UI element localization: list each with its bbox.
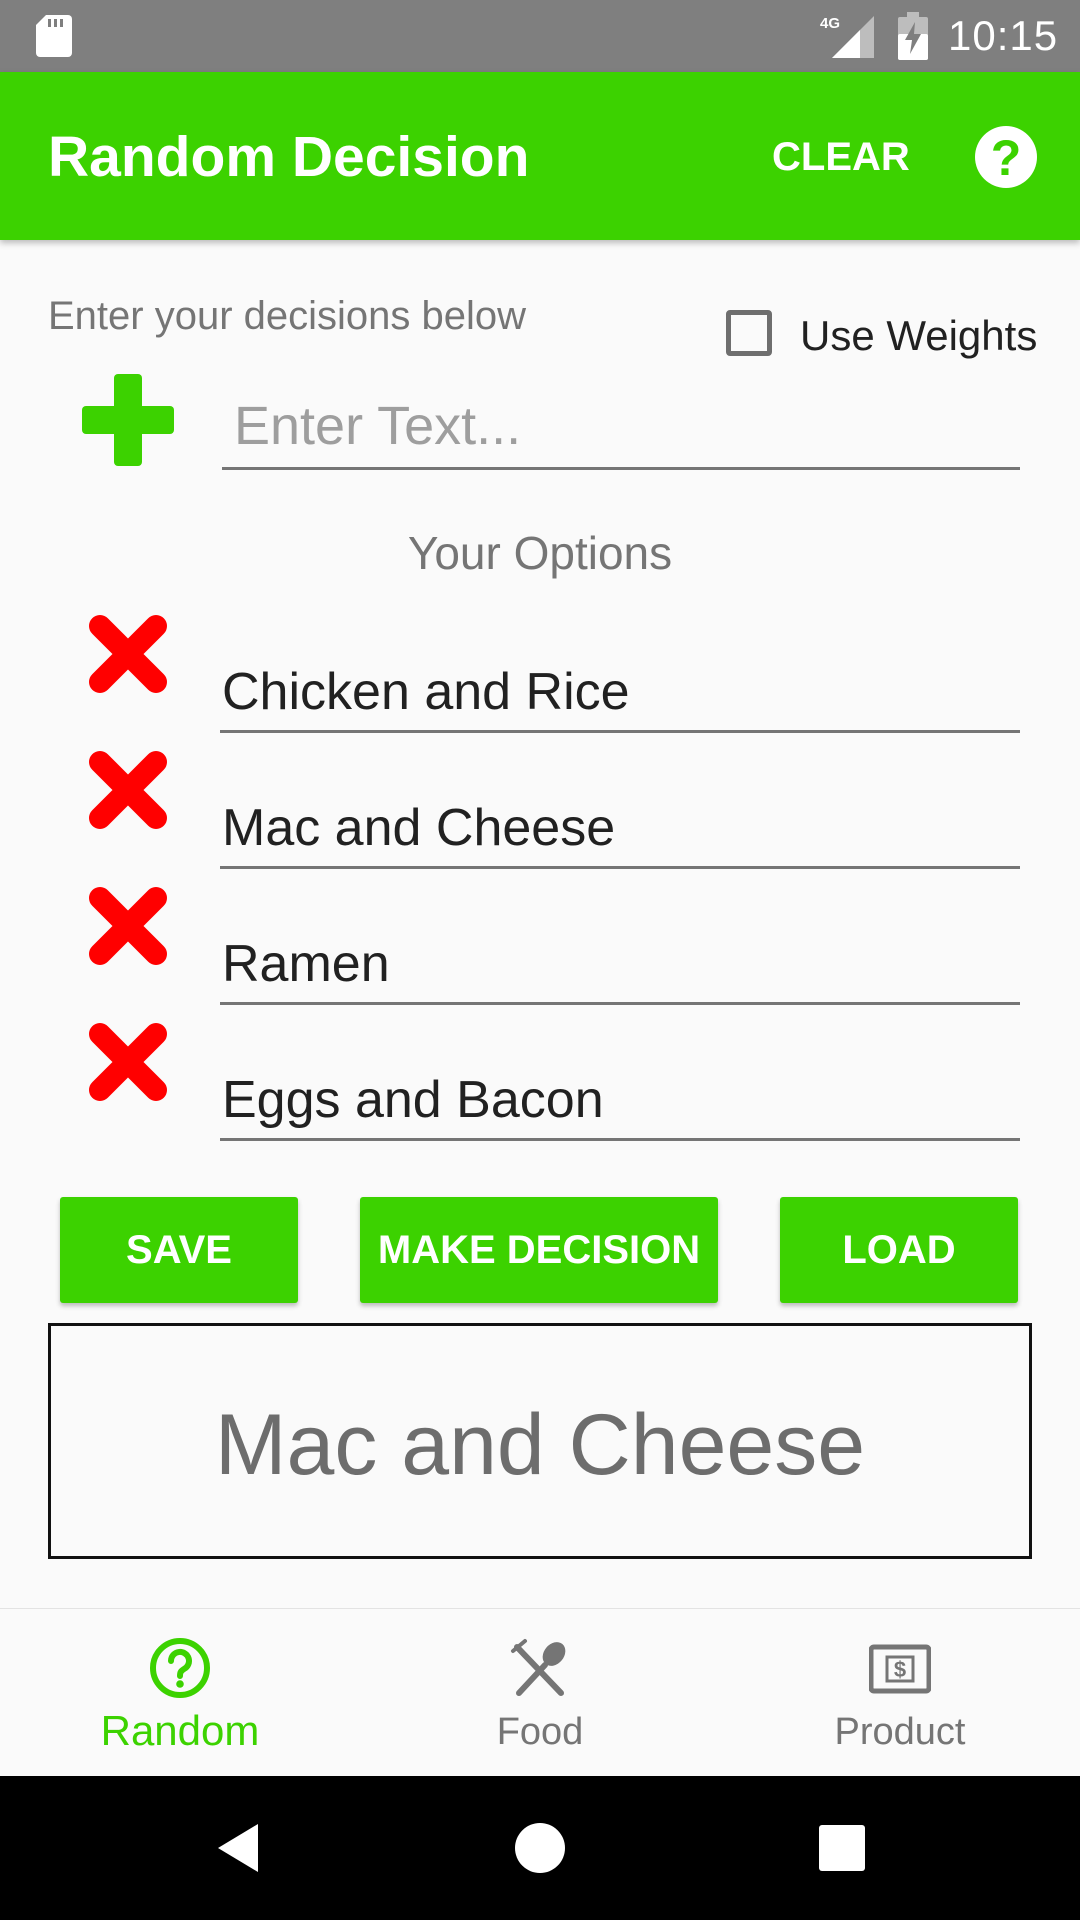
dollar-bill-icon: $ [869, 1644, 931, 1694]
make-decision-button[interactable]: MAKE DECISION [360, 1197, 718, 1303]
option-text: Eggs and Bacon [222, 1071, 604, 1129]
option-field[interactable]: Eggs and Bacon [220, 1060, 1020, 1141]
option-row: Eggs and Bacon [0, 1020, 1080, 1156]
bottom-nav: Random Food $ Product [0, 1608, 1080, 1777]
remove-icon[interactable] [86, 612, 170, 696]
help-icon[interactable]: ? [975, 126, 1037, 188]
option-text-input[interactable] [222, 384, 1020, 470]
utensils-icon [511, 1639, 566, 1696]
clear-button[interactable]: CLEAR [758, 132, 924, 182]
svg-text:$: $ [894, 1657, 906, 1682]
result-text: Mac and Cheese [214, 1397, 866, 1493]
option-field[interactable]: Mac and Cheese [220, 788, 1020, 869]
home-icon[interactable] [512, 1820, 568, 1876]
save-button[interactable]: SAVE [60, 1197, 298, 1303]
option-row: Mac and Cheese [0, 748, 1080, 884]
option-text: Mac and Cheese [222, 799, 616, 857]
option-field[interactable]: Chicken and Rice [220, 652, 1020, 733]
remove-icon[interactable] [86, 1020, 170, 1104]
nav-label-food: Food [496, 1711, 584, 1753]
option-text: Chicken and Rice [222, 663, 630, 721]
remove-icon[interactable] [86, 748, 170, 832]
network-type: 4G [820, 15, 840, 32]
result-box: Mac and Cheese [48, 1323, 1032, 1559]
option-row: Ramen [0, 884, 1080, 1020]
nav-item-product[interactable]: $ Product [720, 1609, 1080, 1777]
nav-item-random[interactable]: Random [0, 1609, 360, 1777]
nav-item-food[interactable]: Food [360, 1609, 720, 1777]
screen: 4G 10:15 Random Decision CLEAR ? Enter y… [0, 0, 1080, 1920]
option-text: Ramen [222, 935, 390, 993]
add-icon[interactable] [82, 374, 174, 466]
option-row: Chicken and Rice [0, 612, 1080, 748]
instruction-text: Enter your decisions below [48, 294, 527, 338]
clock: 10:15 [948, 12, 1059, 59]
load-button[interactable]: LOAD [780, 1197, 1018, 1303]
recents-icon[interactable] [814, 1820, 870, 1876]
options-heading: Your Options [407, 527, 673, 579]
nav-label-product: Product [834, 1711, 966, 1753]
option-field[interactable]: Ramen [220, 924, 1020, 1005]
status-bar: 4G 10:15 [0, 0, 1080, 72]
system-nav-bar [0, 1776, 1080, 1920]
sd-card-icon [36, 15, 72, 57]
use-weights-checkbox[interactable] [726, 310, 772, 356]
app-bar: Random Decision CLEAR ? [0, 72, 1080, 240]
nav-label-random: Random [100, 1707, 260, 1754]
signal-icon: 4G [820, 15, 874, 58]
back-icon[interactable] [212, 1820, 268, 1876]
use-weights-label[interactable]: Use Weights [800, 312, 1037, 360]
battery-charging-icon [898, 12, 928, 60]
remove-icon[interactable] [86, 884, 170, 968]
app-title: Random Decision [48, 125, 530, 189]
help-circle-icon [150, 1638, 210, 1698]
